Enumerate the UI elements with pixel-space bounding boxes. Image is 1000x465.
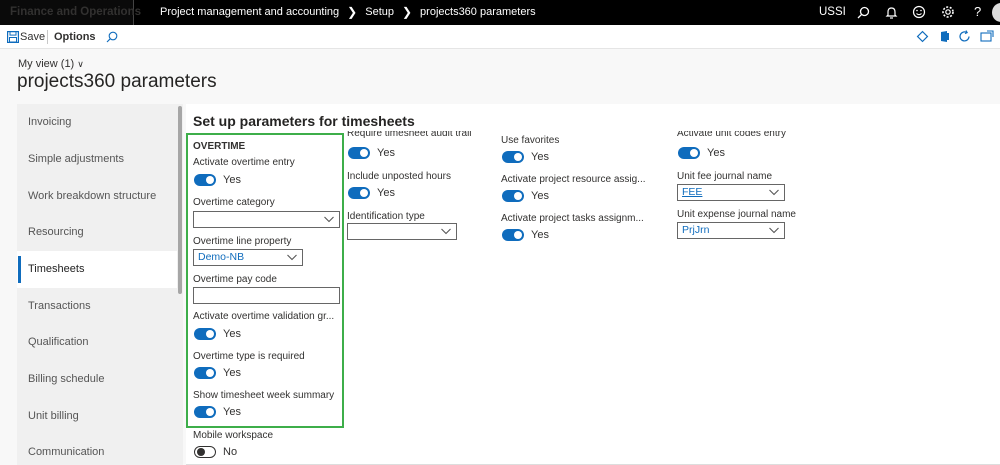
save-icon (7, 31, 19, 43)
activate-overtime-entry-label: Activate overtime entry (193, 157, 295, 168)
unit-expense-journal-label: Unit expense journal name (677, 209, 796, 220)
my-view-label: My view (1) (18, 58, 75, 70)
overtime-pay-code-input[interactable] (193, 287, 340, 304)
refresh-icon[interactable] (958, 30, 971, 43)
breadcrumb-item-page[interactable]: projects360 parameters (420, 0, 536, 25)
sidebar-item-billing-schedule[interactable]: Billing schedule (17, 361, 177, 398)
show-week-summary-toggle[interactable] (194, 406, 216, 418)
sidebar-item-simple-adjustments[interactable]: Simple adjustments (17, 141, 177, 178)
include-unposted-hours-toggle[interactable] (348, 187, 370, 199)
activate-resource-assignment-label: Activate project resource assig... (501, 174, 646, 185)
chevron-right-icon: ❯ (347, 5, 358, 19)
activate-unit-codes-label: Activate unit codes entry (677, 131, 786, 139)
mobile-workspace-value: No (223, 446, 238, 458)
chevron-right-icon: ❯ (401, 5, 413, 19)
activate-tasks-assignment-value: Yes (531, 229, 549, 241)
chevron-down-icon (769, 189, 779, 196)
app-title[interactable]: Finance and Operations (0, 0, 141, 25)
activate-overtime-entry-toggle[interactable] (194, 174, 216, 186)
popout-icon[interactable] (980, 30, 994, 43)
overtime-category-label: Overtime category (193, 197, 275, 208)
options-button[interactable]: Options (54, 25, 96, 49)
activate-unit-codes-value: Yes (707, 147, 725, 159)
activate-resource-assignment-toggle[interactable] (502, 190, 524, 202)
help-icon[interactable]: ? (974, 4, 981, 19)
breadcrumb-item-setup[interactable]: Setup (365, 0, 394, 25)
gear-icon[interactable] (941, 5, 955, 19)
sidebar: Invoicing Simple adjustments Work breakd… (17, 104, 177, 465)
overtime-type-required-value: Yes (223, 367, 241, 379)
bell-icon[interactable] (885, 6, 898, 19)
use-favorites-value: Yes (531, 151, 549, 163)
sidebar-item-resourcing[interactable]: Resourcing (17, 214, 177, 251)
search-icon[interactable] (106, 31, 118, 43)
sidebar-item-transactions[interactable]: Transactions (17, 288, 177, 325)
breadcrumb-item-module[interactable]: Project management and accounting (160, 0, 339, 25)
chevron-down-icon (324, 216, 334, 223)
overtime-line-property-select[interactable]: Demo-NB (193, 249, 303, 266)
chevron-down-icon (287, 254, 297, 261)
unit-expense-journal-value: PrjJrn (682, 224, 710, 236)
identification-type-select[interactable] (347, 223, 457, 240)
overtime-group-header: OVERTIME (193, 141, 246, 152)
require-audit-trail-toggle[interactable] (348, 147, 370, 159)
activate-unit-codes-toggle[interactable] (678, 147, 700, 159)
activate-tasks-assignment-label: Activate project tasks assignm... (501, 213, 644, 224)
page-title: projects360 parameters (17, 71, 217, 92)
smiley-icon[interactable] (912, 5, 926, 19)
activate-validation-group-label: Activate overtime validation gr... (193, 311, 335, 322)
identification-type-label: Identification type (347, 211, 425, 222)
activate-validation-group-toggle[interactable] (194, 328, 216, 340)
require-audit-trail-label: Require timesheet audit trail (347, 131, 472, 139)
diamond-icon[interactable] (916, 30, 929, 43)
sidebar-item-timesheets[interactable]: Timesheets (17, 251, 177, 288)
unit-expense-journal-select[interactable]: PrjJrn (677, 222, 785, 239)
office-icon[interactable] (938, 30, 951, 43)
include-unposted-hours-value: Yes (377, 187, 395, 199)
activate-validation-group-value: Yes (223, 328, 241, 340)
chevron-down-icon: ∨ (77, 59, 84, 69)
save-button[interactable]: Save (20, 25, 45, 49)
section-title: Set up parameters for timesheets (193, 113, 415, 129)
company-picker[interactable]: USSI (819, 0, 846, 25)
activate-tasks-assignment-toggle[interactable] (502, 229, 524, 241)
show-week-summary-value: Yes (223, 406, 241, 418)
sidebar-item-invoicing[interactable]: Invoicing (17, 104, 177, 141)
unit-fee-journal-label: Unit fee journal name (677, 171, 773, 182)
sidebar-item-communication[interactable]: Communication (17, 434, 177, 465)
activate-resource-assignment-value: Yes (531, 190, 549, 202)
action-bar (0, 25, 1000, 49)
sidebar-scrollbar-thumb[interactable] (178, 106, 182, 294)
my-view-selector[interactable]: My view (1) ∨ (18, 58, 84, 70)
overtime-type-required-toggle[interactable] (194, 367, 216, 379)
chevron-down-icon (441, 228, 451, 235)
unit-fee-journal-value[interactable]: FEE (682, 186, 702, 198)
activate-overtime-entry-value: Yes (223, 174, 241, 186)
chevron-down-icon (769, 227, 779, 234)
breadcrumb: Project management and accounting ❯ Setu… (160, 0, 536, 25)
include-unposted-hours-label: Include unposted hours (347, 171, 451, 182)
overtime-pay-code-label: Overtime pay code (193, 274, 277, 285)
search-icon[interactable] (857, 6, 870, 19)
show-week-summary-label: Show timesheet week summary (193, 390, 335, 401)
overtime-type-required-label: Overtime type is required (193, 351, 305, 362)
sidebar-item-qualification[interactable]: Qualification (17, 324, 177, 361)
overtime-line-property-label: Overtime line property (193, 236, 292, 247)
unit-fee-journal-select[interactable]: FEE (677, 184, 785, 201)
divider (47, 30, 48, 44)
mobile-workspace-label: Mobile workspace (193, 430, 274, 441)
use-favorites-label: Use favorites (501, 135, 560, 146)
overtime-line-property-value: Demo-NB (198, 251, 245, 263)
require-audit-trail-value: Yes (377, 147, 395, 159)
use-favorites-toggle[interactable] (502, 151, 524, 163)
sidebar-item-work-breakdown-structure[interactable]: Work breakdown structure (17, 178, 177, 215)
mobile-workspace-toggle[interactable] (194, 446, 216, 458)
sidebar-item-unit-billing[interactable]: Unit billing (17, 398, 177, 435)
overtime-category-select[interactable] (193, 211, 340, 228)
